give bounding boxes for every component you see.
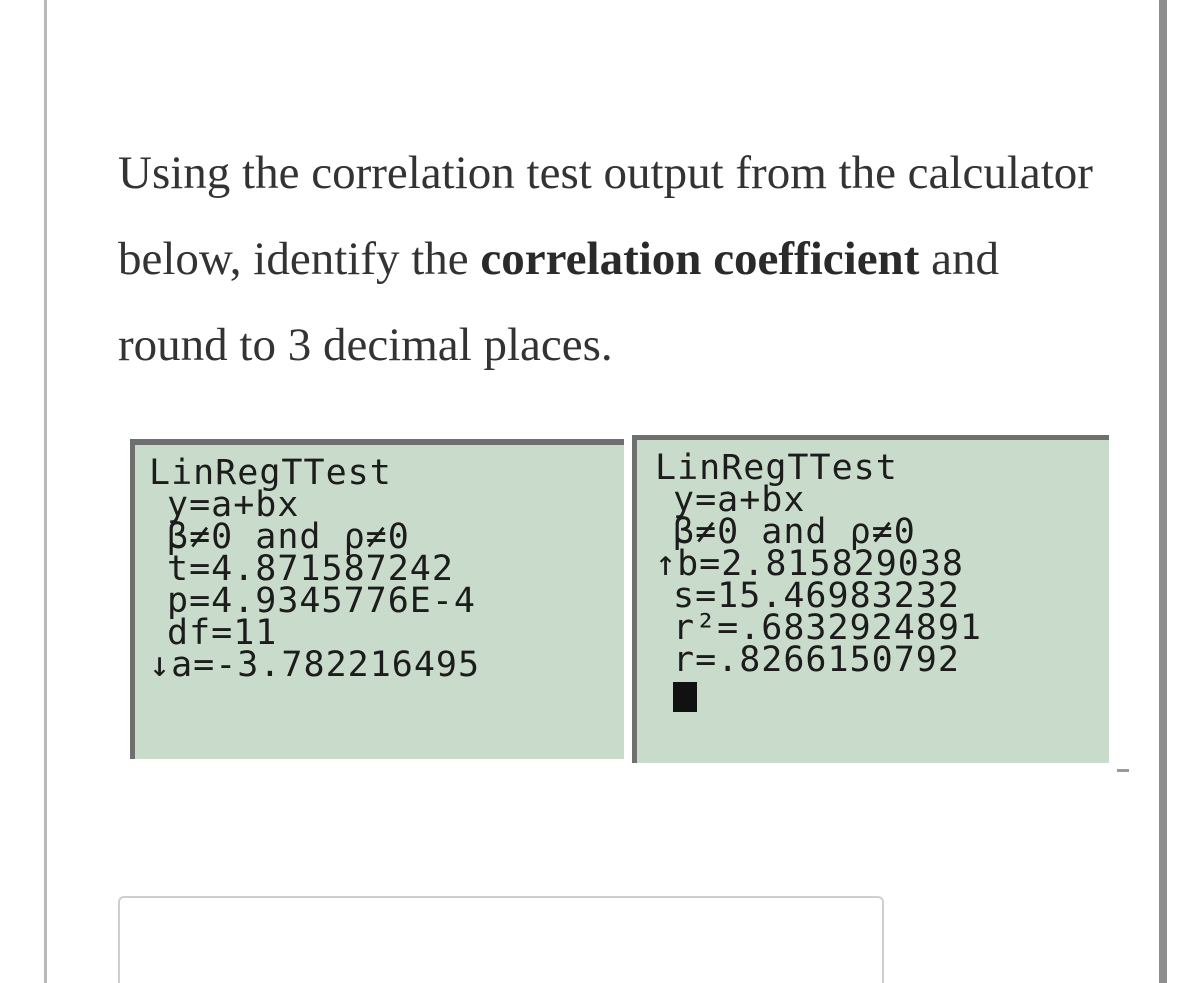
question-text: Using the correlation test output from t… (118, 130, 1118, 388)
calc-cursor-row (655, 676, 1109, 712)
question-bold-correlation: correlation (480, 233, 702, 285)
right-scrollbar[interactable] (1159, 0, 1167, 983)
page: Using the correlation test output from t… (0, 0, 1179, 983)
calc-right-line-r: r=.8266150792 (673, 640, 960, 680)
calculator-screen-left: LinRegTTest y=a+bx β≠0 and ρ≠0 t=4.87158… (130, 439, 624, 759)
calculator-screen-right: LinRegTTest y=a+bx β≠0 and ρ≠0 ↑b=2.8158… (632, 435, 1109, 763)
scroll-marker (1117, 769, 1129, 772)
question-bold-coefficient: coefficient (713, 233, 920, 285)
calculator-cursor-icon (673, 682, 697, 712)
answer-input[interactable] (118, 896, 884, 983)
calc-left-line-a: ↓a=-3.782216495 (149, 645, 481, 685)
left-divider (44, 0, 47, 983)
